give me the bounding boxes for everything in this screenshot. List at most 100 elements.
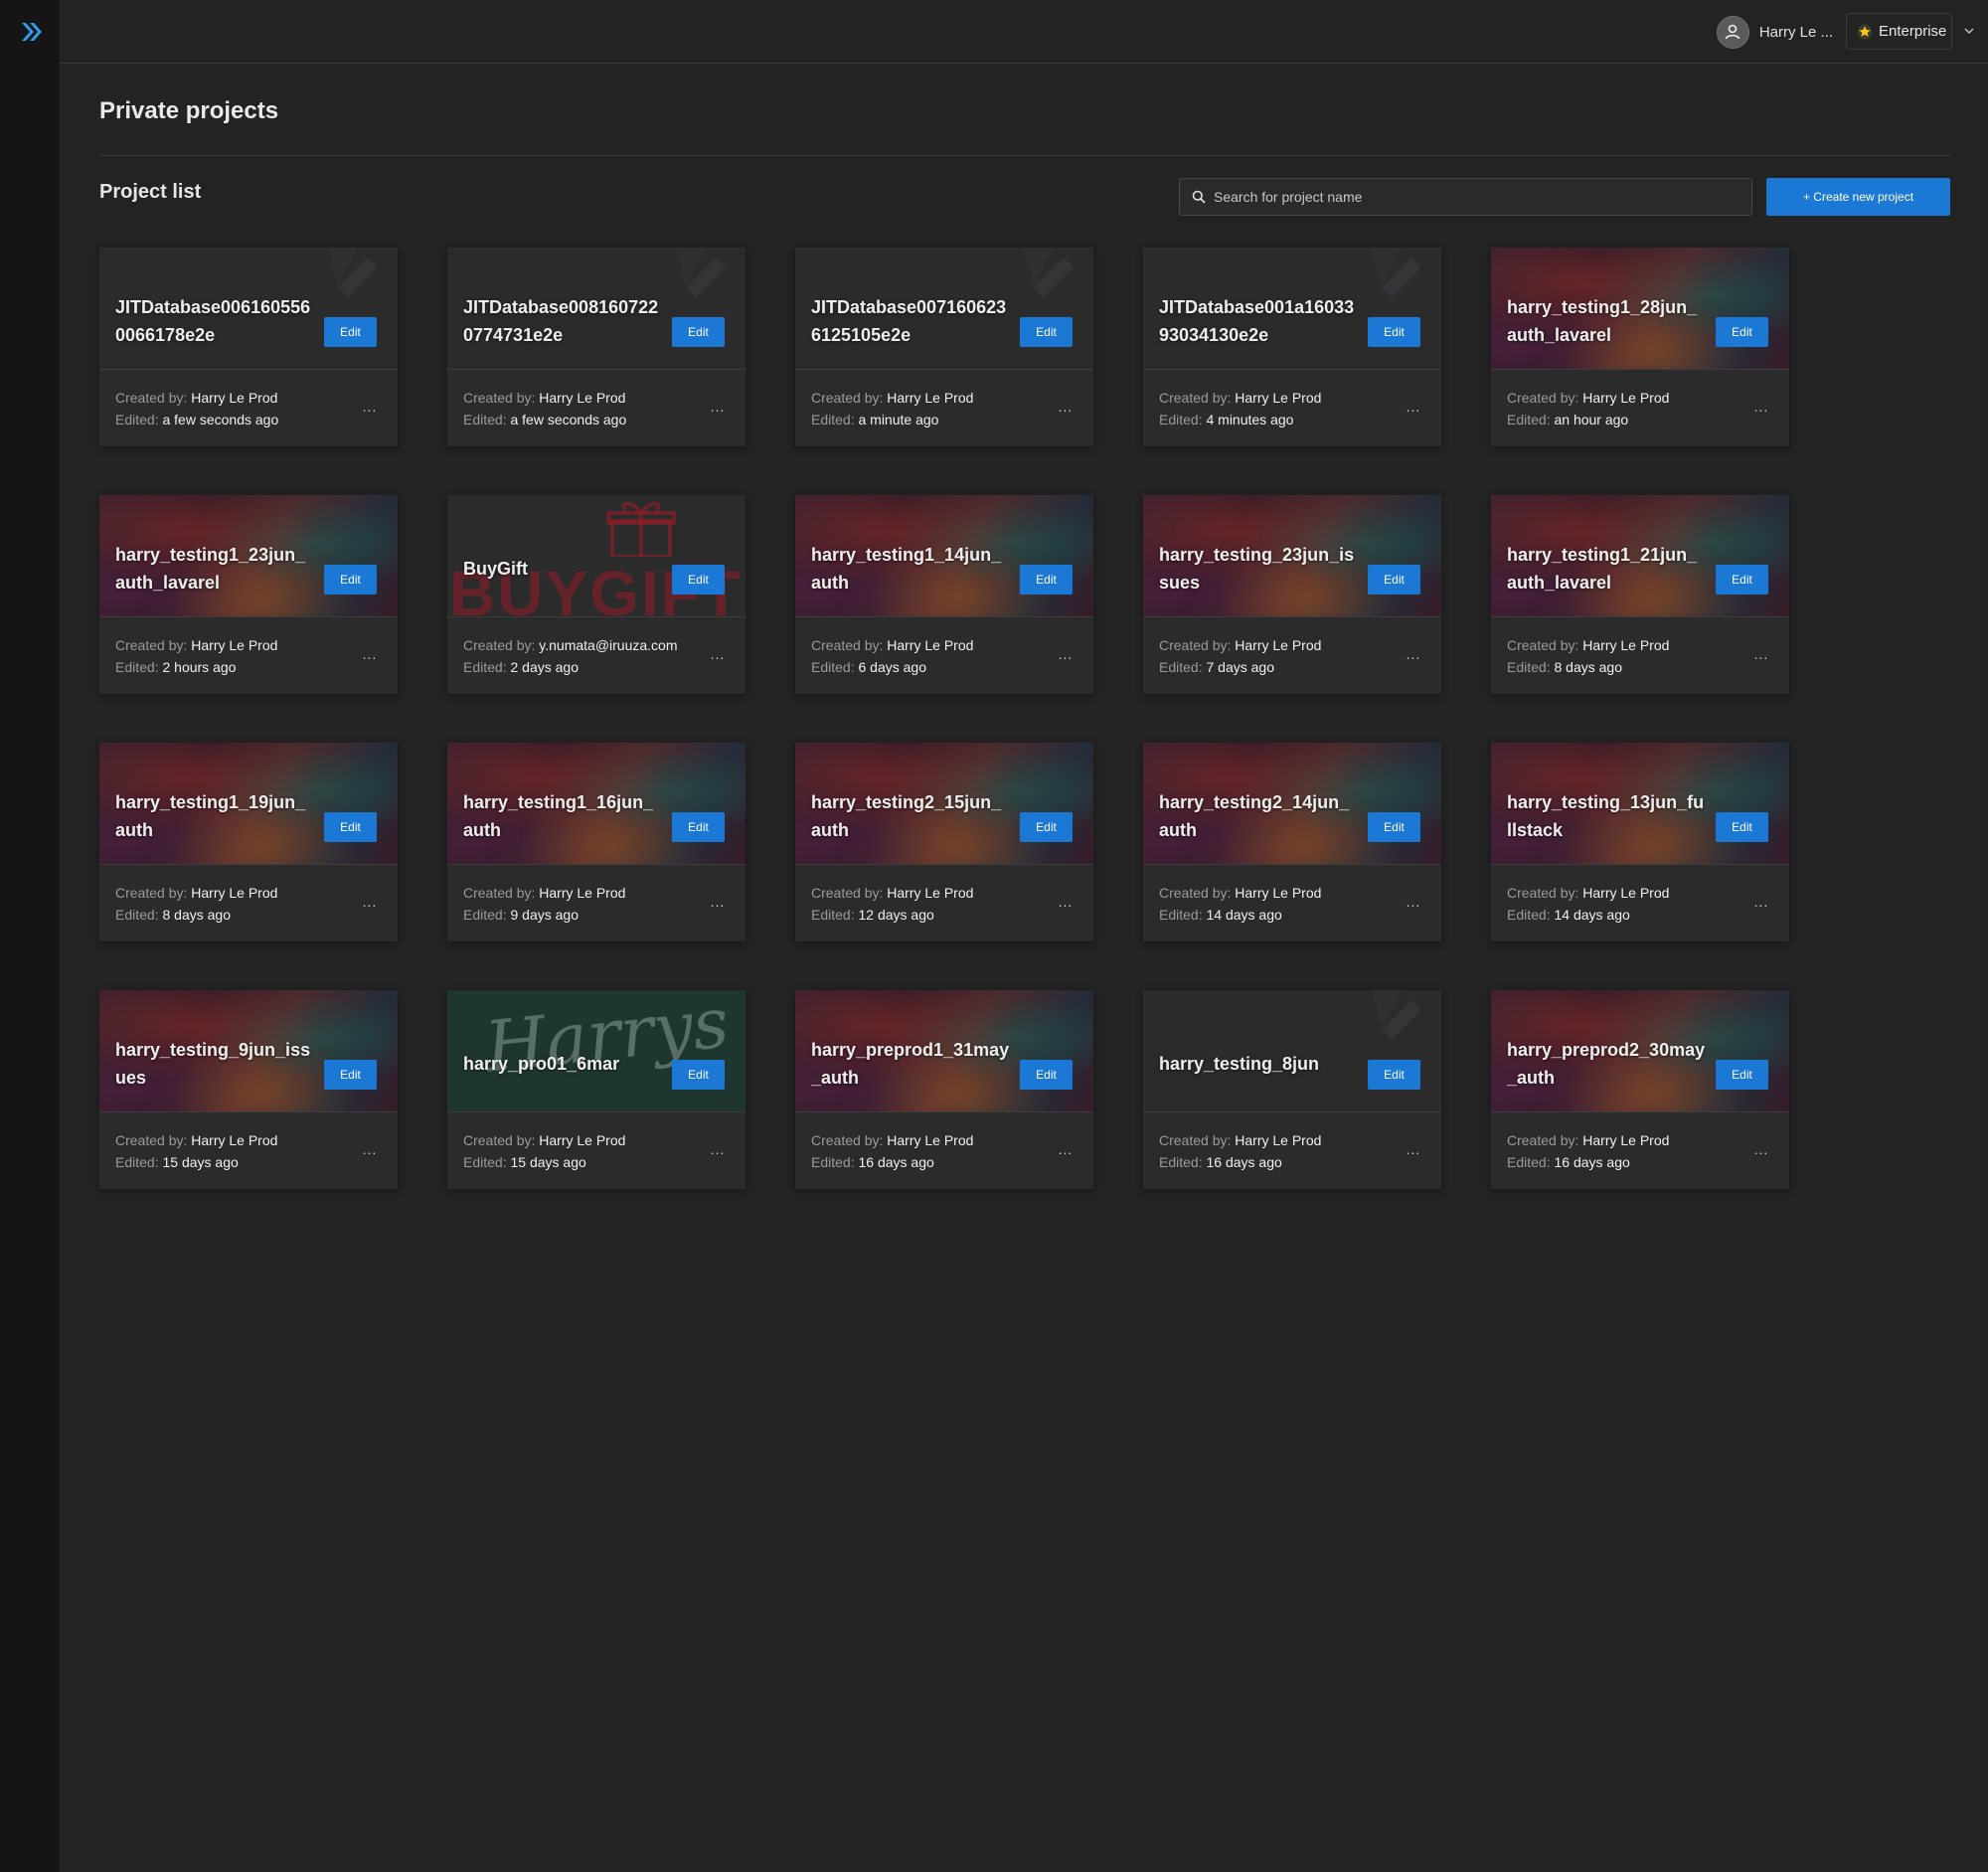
project-card[interactable]: harry_testing_9jun_issues Edit Created b…: [99, 990, 398, 1189]
edited-value: 14 days ago: [1206, 907, 1282, 923]
search-box[interactable]: [1179, 178, 1752, 216]
edited-label: Edited:: [811, 1154, 859, 1170]
edit-button[interactable]: Edit: [1020, 812, 1073, 842]
project-card[interactable]: JITDatabase001a1603393034130e2e Edit Cre…: [1143, 248, 1441, 446]
project-meta: Created by: Harry Le Prod Edited: 2 hour…: [115, 634, 277, 678]
create-project-button[interactable]: + Create new project: [1766, 178, 1950, 216]
project-name: JITDatabase0081607220774731e2e: [463, 297, 659, 345]
edited-label: Edited:: [1159, 907, 1207, 923]
project-card[interactable]: harry_preprod2_30may_auth Edit Created b…: [1491, 990, 1789, 1189]
edit-button[interactable]: Edit: [1368, 1060, 1420, 1090]
user-name: Harry Le ...: [1758, 23, 1833, 41]
project-card[interactable]: JITDatabase0061605560066178e2e Edit Crea…: [99, 248, 398, 446]
project-name: JITDatabase0061605560066178e2e: [115, 297, 311, 345]
edited-label: Edited:: [1507, 412, 1555, 427]
edit-button[interactable]: Edit: [1716, 565, 1768, 595]
project-card[interactable]: harry_testing_23jun_issues Edit Created …: [1143, 495, 1441, 694]
project-card-header: harry_testing1_28jun_auth_lavarel Edit: [1491, 248, 1789, 370]
edit-button[interactable]: Edit: [1020, 565, 1073, 595]
user-avatar-icon: [1716, 15, 1749, 49]
edited-label: Edited:: [463, 659, 511, 675]
edit-button[interactable]: Edit: [672, 565, 725, 595]
edit-button[interactable]: Edit: [1368, 812, 1420, 842]
edit-button[interactable]: Edit: [672, 317, 725, 347]
edited-value: 8 days ago: [162, 907, 231, 923]
project-card[interactable]: harry_testing2_15jun_auth Edit Created b…: [795, 743, 1093, 941]
edited-row: Edited: 2 hours ago: [115, 656, 277, 678]
more-options-button[interactable]: ...: [1751, 399, 1771, 415]
edit-button[interactable]: Edit: [1368, 317, 1420, 347]
chevron-down-icon[interactable]: [1962, 24, 1976, 38]
project-card[interactable]: harry_testing_13jun_fullstack Edit Creat…: [1491, 743, 1789, 941]
more-options-button[interactable]: ...: [1056, 894, 1076, 910]
edit-button[interactable]: Edit: [1716, 317, 1768, 347]
project-card[interactable]: harry_testing1_28jun_auth_lavarel Edit C…: [1491, 248, 1789, 446]
search-input[interactable]: [1214, 189, 1751, 205]
edit-button[interactable]: Edit: [324, 1060, 377, 1090]
project-card-header: JITDatabase0071606236125105e2e Edit: [795, 248, 1093, 370]
edit-button[interactable]: Edit: [1716, 1060, 1768, 1090]
project-card-header: harry_testing1_19jun_auth Edit: [99, 743, 398, 865]
more-options-button[interactable]: ...: [1404, 894, 1423, 910]
more-options-button[interactable]: ...: [1404, 1141, 1423, 1157]
project-card[interactable]: JITDatabase0081607220774731e2e Edit Crea…: [447, 248, 746, 446]
project-card[interactable]: harry_testing2_14jun_auth Edit Created b…: [1143, 743, 1441, 941]
project-card[interactable]: harry_preprod1_31may_auth Edit Created b…: [795, 990, 1093, 1189]
more-options-button[interactable]: ...: [708, 1141, 728, 1157]
more-options-button[interactable]: ...: [708, 646, 728, 662]
more-options-button[interactable]: ...: [360, 399, 380, 415]
more-options-button[interactable]: ...: [1751, 646, 1771, 662]
edited-value: a minute ago: [858, 412, 939, 427]
more-options-button[interactable]: ...: [1404, 399, 1423, 415]
project-name: harry_testing1_28jun_auth_lavarel: [1507, 297, 1698, 345]
project-card[interactable]: harry_testing_8jun Edit Created by: Harr…: [1143, 990, 1441, 1189]
project-card[interactable]: Harrys harry_pro01_6mar Edit Created by:…: [447, 990, 746, 1189]
edit-button[interactable]: Edit: [1020, 317, 1073, 347]
project-name: JITDatabase0071606236125105e2e: [811, 297, 1007, 345]
created-by-value: Harry Le Prod: [1235, 390, 1322, 406]
edit-button[interactable]: Edit: [1716, 812, 1768, 842]
created-by-value: Harry Le Prod: [1582, 390, 1670, 406]
more-options-button[interactable]: ...: [708, 894, 728, 910]
more-options-button[interactable]: ...: [1056, 399, 1076, 415]
edit-button[interactable]: Edit: [324, 812, 377, 842]
created-by-label: Created by:: [115, 390, 192, 406]
user-menu[interactable]: Harry Le ...: [1716, 15, 1833, 49]
more-options-button[interactable]: ...: [360, 646, 380, 662]
more-options-button[interactable]: ...: [1056, 1141, 1076, 1157]
more-options-button[interactable]: ...: [1751, 894, 1771, 910]
more-options-button[interactable]: ...: [1056, 646, 1076, 662]
more-options-button[interactable]: ...: [708, 399, 728, 415]
edit-button[interactable]: Edit: [672, 812, 725, 842]
more-options-button[interactable]: ...: [360, 1141, 380, 1157]
edit-button[interactable]: Edit: [324, 565, 377, 595]
project-card[interactable]: harry_testing1_14jun_auth Edit Created b…: [795, 495, 1093, 694]
plan-badge[interactable]: Enterprise: [1846, 13, 1952, 50]
edit-button[interactable]: Edit: [672, 1060, 725, 1090]
project-card[interactable]: BUYGIFT BuyGift Edit Created by: y.numat…: [447, 495, 746, 694]
created-by-value: Harry Le Prod: [539, 1132, 626, 1148]
project-card[interactable]: harry_testing1_21jun_auth_lavarel Edit C…: [1491, 495, 1789, 694]
project-card[interactable]: harry_testing1_16jun_auth Edit Created b…: [447, 743, 746, 941]
page-title: Private projects: [99, 97, 279, 124]
edit-button[interactable]: Edit: [324, 317, 377, 347]
more-options-button[interactable]: ...: [1751, 1141, 1771, 1157]
edited-row: Edited: a few seconds ago: [115, 409, 278, 430]
project-meta: Created by: Harry Le Prod Edited: 15 day…: [463, 1129, 625, 1173]
edited-label: Edited:: [115, 1154, 163, 1170]
project-card[interactable]: JITDatabase0071606236125105e2e Edit Crea…: [795, 248, 1093, 446]
project-name: harry_preprod1_31may_auth: [811, 1040, 1010, 1088]
project-card[interactable]: harry_testing1_19jun_auth Edit Created b…: [99, 743, 398, 941]
more-options-button[interactable]: ...: [360, 894, 380, 910]
project-name: harry_testing2_14jun_auth: [1159, 792, 1350, 840]
more-options-button[interactable]: ...: [1404, 646, 1423, 662]
app-logo-icon[interactable]: [19, 19, 45, 45]
project-meta: Created by: Harry Le Prod Edited: 7 days…: [1159, 634, 1321, 678]
edited-row: Edited: 16 days ago: [1159, 1151, 1321, 1173]
created-by-value: Harry Le Prod: [1235, 637, 1322, 653]
edit-button[interactable]: Edit: [1368, 565, 1420, 595]
edited-value: a few seconds ago: [162, 412, 279, 427]
project-name: harry_testing_8jun: [1159, 1054, 1320, 1074]
project-card[interactable]: harry_testing1_23jun_auth_lavarel Edit C…: [99, 495, 398, 694]
edit-button[interactable]: Edit: [1020, 1060, 1073, 1090]
